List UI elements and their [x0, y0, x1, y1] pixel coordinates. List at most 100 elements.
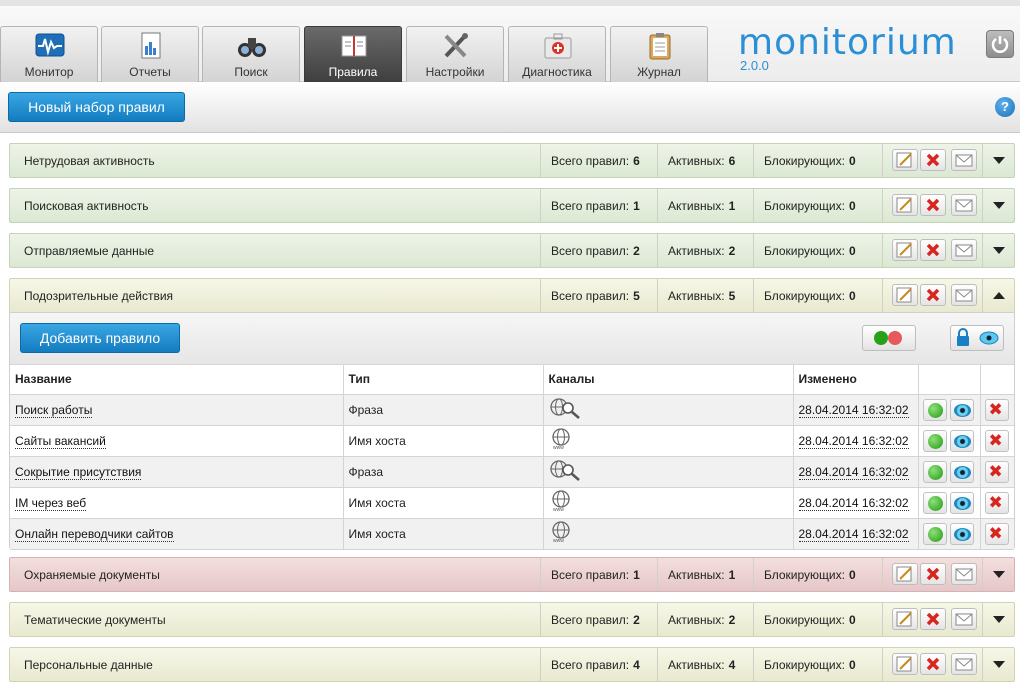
rule-name-link[interactable]: Сайты вакансий: [15, 433, 106, 449]
ruleset-row[interactable]: Нетрудовая активность Всего правил: 6 Акт…: [9, 143, 1015, 178]
toggle-rule-button[interactable]: [922, 522, 947, 545]
ruleset-row[interactable]: Охраняемые документы Всего правил: 1 Акти…: [9, 557, 1015, 592]
ruleset-name[interactable]: Поисковая активность: [24, 199, 149, 213]
edit-ruleset-button[interactable]: [892, 194, 918, 216]
active-label: Активных:: [668, 288, 725, 303]
view-rule-button[interactable]: [949, 398, 974, 421]
delete-ruleset-button[interactable]: [920, 653, 946, 675]
mail-ruleset-button[interactable]: [951, 284, 977, 306]
ruleset-name[interactable]: Тематические документы: [24, 613, 166, 627]
expand-button[interactable]: [982, 558, 1015, 591]
edit-ruleset-button[interactable]: [892, 608, 918, 630]
delete-rule-button[interactable]: ✖: [984, 398, 1009, 421]
delete-icon: [926, 288, 940, 302]
tab-journal[interactable]: Журнал: [610, 26, 708, 82]
tab-search[interactable]: Поиск: [202, 26, 300, 82]
edit-ruleset-button[interactable]: [892, 239, 918, 261]
rule-name-link[interactable]: Онлайн переводчики сайтов: [15, 526, 174, 542]
tab-monitor[interactable]: Монитор: [0, 26, 98, 82]
delete-rule-button[interactable]: ✖: [984, 491, 1009, 514]
ruleset-active: Активных: 4: [657, 648, 753, 681]
enable-disable-all-button[interactable]: [862, 325, 916, 351]
delete-ruleset-button[interactable]: [920, 149, 946, 171]
col-name-header[interactable]: Название: [10, 365, 344, 395]
collapse-button[interactable]: [982, 279, 1015, 312]
ruleset-name[interactable]: Отправляемые данные: [24, 244, 154, 258]
expand-button[interactable]: [982, 189, 1015, 222]
col-type-header[interactable]: Тип: [343, 365, 544, 395]
mail-ruleset-button[interactable]: [951, 149, 977, 171]
blocking-value: 0: [848, 612, 856, 627]
delete-ruleset-button[interactable]: [920, 563, 946, 585]
tab-label: Поиск: [234, 65, 268, 79]
edit-icon: [896, 656, 912, 672]
mail-ruleset-button[interactable]: [951, 563, 977, 585]
blocking-value: 0: [848, 243, 856, 258]
help-icon[interactable]: ?: [995, 97, 1015, 117]
ruleset-row[interactable]: Тематические документы Всего правил: 2 Ак…: [9, 602, 1015, 637]
delete-ruleset-button[interactable]: [920, 194, 946, 216]
mail-ruleset-button[interactable]: [951, 608, 977, 630]
delete-rule-button[interactable]: ✖: [984, 522, 1009, 545]
delete-rule-button[interactable]: ✖: [984, 429, 1009, 452]
view-rule-button[interactable]: [949, 522, 974, 545]
col-channels-header[interactable]: Каналы: [543, 365, 794, 395]
view-rule-button[interactable]: [949, 429, 974, 452]
eye-icon: [953, 434, 971, 448]
rule-name-link[interactable]: IM через веб: [15, 495, 87, 511]
toggle-rule-button[interactable]: [922, 460, 947, 483]
edit-icon: [896, 242, 912, 258]
delete-rule-button[interactable]: ✖: [984, 460, 1009, 483]
rule-name-link[interactable]: Сокрытие присутствия: [15, 464, 142, 480]
tab-rules[interactable]: Правила: [304, 26, 402, 82]
mail-ruleset-button[interactable]: [951, 239, 977, 261]
active-label: Активных:: [668, 567, 725, 582]
expand-button[interactable]: [982, 603, 1015, 636]
rule-modified-link[interactable]: 28.04.2014 16:32:02: [798, 526, 909, 542]
edit-ruleset-button[interactable]: [892, 284, 918, 306]
tab-reports[interactable]: Отчеты: [101, 26, 199, 82]
ruleset-total: Всего правил: 5: [540, 279, 657, 312]
expand-button[interactable]: [982, 648, 1015, 681]
rule-modified-link[interactable]: 28.04.2014 16:32:02: [798, 464, 909, 480]
power-button[interactable]: [986, 30, 1014, 58]
ruleset-row[interactable]: Отправляемые данные Всего правил: 2 Актив…: [9, 233, 1015, 268]
delete-ruleset-button[interactable]: [920, 284, 946, 306]
col-modified-header[interactable]: Изменено: [793, 365, 919, 395]
ruleset-actions: [882, 189, 982, 222]
edit-ruleset-button[interactable]: [892, 653, 918, 675]
delete-ruleset-button[interactable]: [920, 608, 946, 630]
status-green-icon: [927, 433, 943, 449]
view-rule-button[interactable]: [949, 460, 974, 483]
ruleset-row[interactable]: Поисковая активность Всего правил: 1 Акти…: [9, 188, 1015, 223]
lock-view-button[interactable]: [950, 325, 1004, 351]
edit-ruleset-button[interactable]: [892, 563, 918, 585]
view-rule-button[interactable]: [949, 491, 974, 514]
toggle-rule-button[interactable]: [922, 398, 947, 421]
new-ruleset-button[interactable]: Новый набор правил: [8, 92, 185, 122]
expand-button[interactable]: [982, 234, 1015, 267]
total-label: Всего правил:: [551, 567, 630, 582]
tab-settings[interactable]: Настройки: [406, 26, 504, 82]
mail-ruleset-button[interactable]: [951, 194, 977, 216]
toggle-rule-button[interactable]: [922, 429, 947, 452]
ruleset-name[interactable]: Охраняемые документы: [24, 568, 160, 582]
rule-modified-link[interactable]: 28.04.2014 16:32:02: [798, 402, 909, 418]
edit-ruleset-button[interactable]: [892, 149, 918, 171]
tab-diagnostics[interactable]: Диагностика: [508, 26, 606, 82]
ruleset-name[interactable]: Нетрудовая активность: [24, 154, 155, 168]
rule-name-link[interactable]: Поиск работы: [15, 402, 93, 418]
rule-modified-link[interactable]: 28.04.2014 16:32:02: [798, 495, 909, 511]
mail-ruleset-button[interactable]: [951, 653, 977, 675]
expand-button[interactable]: [982, 144, 1015, 177]
ruleset-blocking: Блокирующих: 0: [753, 234, 882, 267]
delete-ruleset-button[interactable]: [920, 239, 946, 261]
rule-modified-link[interactable]: 28.04.2014 16:32:02: [798, 433, 909, 449]
toggle-rule-button[interactable]: [922, 491, 947, 514]
ruleset-name[interactable]: Подозрительные действия: [24, 289, 173, 303]
ruleset-row[interactable]: Подозрительные действия Всего правил: 5 А…: [9, 278, 1015, 313]
chevron-down-icon: [993, 247, 1005, 254]
ruleset-name[interactable]: Персональные данные: [24, 658, 153, 672]
ruleset-row[interactable]: Персональные данные Всего правил: 4 Актив…: [9, 647, 1015, 682]
add-rule-button[interactable]: Добавить правило: [20, 323, 180, 353]
